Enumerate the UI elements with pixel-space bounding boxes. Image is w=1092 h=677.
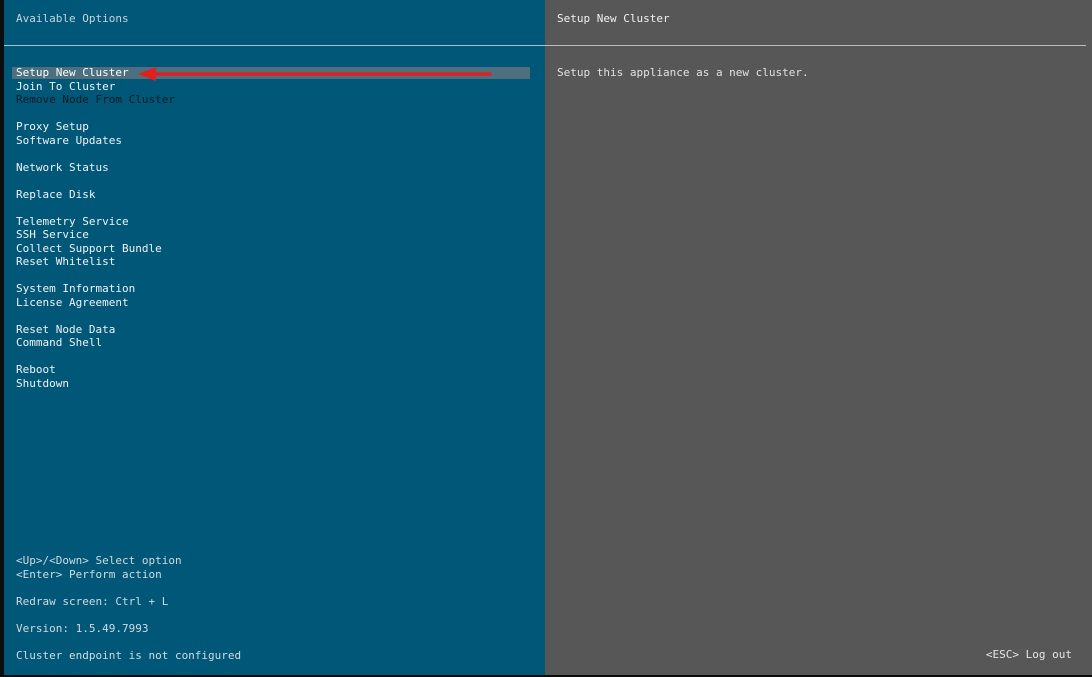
menu-item-reset-whitelist[interactable]: Reset Whitelist [16, 255, 175, 269]
help-select-option: <Up>/<Down> Select option [16, 554, 182, 567]
logout-hint[interactable]: <ESC> Log out [986, 648, 1072, 662]
details-panel-title: Setup New Cluster [557, 12, 670, 25]
menu-item-telemetry-service[interactable]: Telemetry Service [16, 215, 175, 229]
menu-item-shutdown[interactable]: Shutdown [16, 377, 175, 391]
menu-item-proxy-setup[interactable]: Proxy Setup [16, 120, 175, 134]
menu-item-reset-node-data[interactable]: Reset Node Data [16, 323, 175, 337]
menu-item-replace-disk[interactable]: Replace Disk [16, 188, 175, 202]
menu-item-reboot[interactable]: Reboot [16, 363, 175, 377]
details-header-divider [545, 45, 1086, 46]
version-info: Version: 1.5.49.7993 [16, 621, 149, 635]
menu-item-network-status[interactable]: Network Status [16, 161, 175, 175]
menu-item-software-updates[interactable]: Software Updates [16, 134, 175, 148]
options-menu: Setup New Cluster Join To Cluster Remove… [16, 66, 175, 390]
help-perform-action: <Enter> Perform action [16, 567, 162, 581]
menu-item-remove-node-from-cluster[interactable]: Remove Node From Cluster [16, 93, 175, 107]
appliance-console: Available Options Setup New Cluster Setu… [0, 0, 1092, 677]
endpoint-status: Cluster endpoint is not configured [16, 648, 242, 662]
option-description: Setup this appliance as a new cluster. [557, 66, 809, 79]
menu-item-system-information[interactable]: System Information [16, 282, 175, 296]
details-panel [545, 0, 1092, 675]
menu-item-license-agreement[interactable]: License Agreement [16, 296, 175, 310]
redraw-hint: Redraw screen: Ctrl + L [16, 594, 169, 608]
menu-item-ssh-service[interactable]: SSH Service [16, 228, 175, 242]
options-panel-title: Available Options [16, 12, 129, 25]
menu-item-collect-support-bundle[interactable]: Collect Support Bundle [16, 242, 175, 256]
menu-item-command-shell[interactable]: Command Shell [16, 336, 175, 350]
red-arrow-icon [138, 67, 492, 81]
options-header-divider [4, 45, 545, 46]
